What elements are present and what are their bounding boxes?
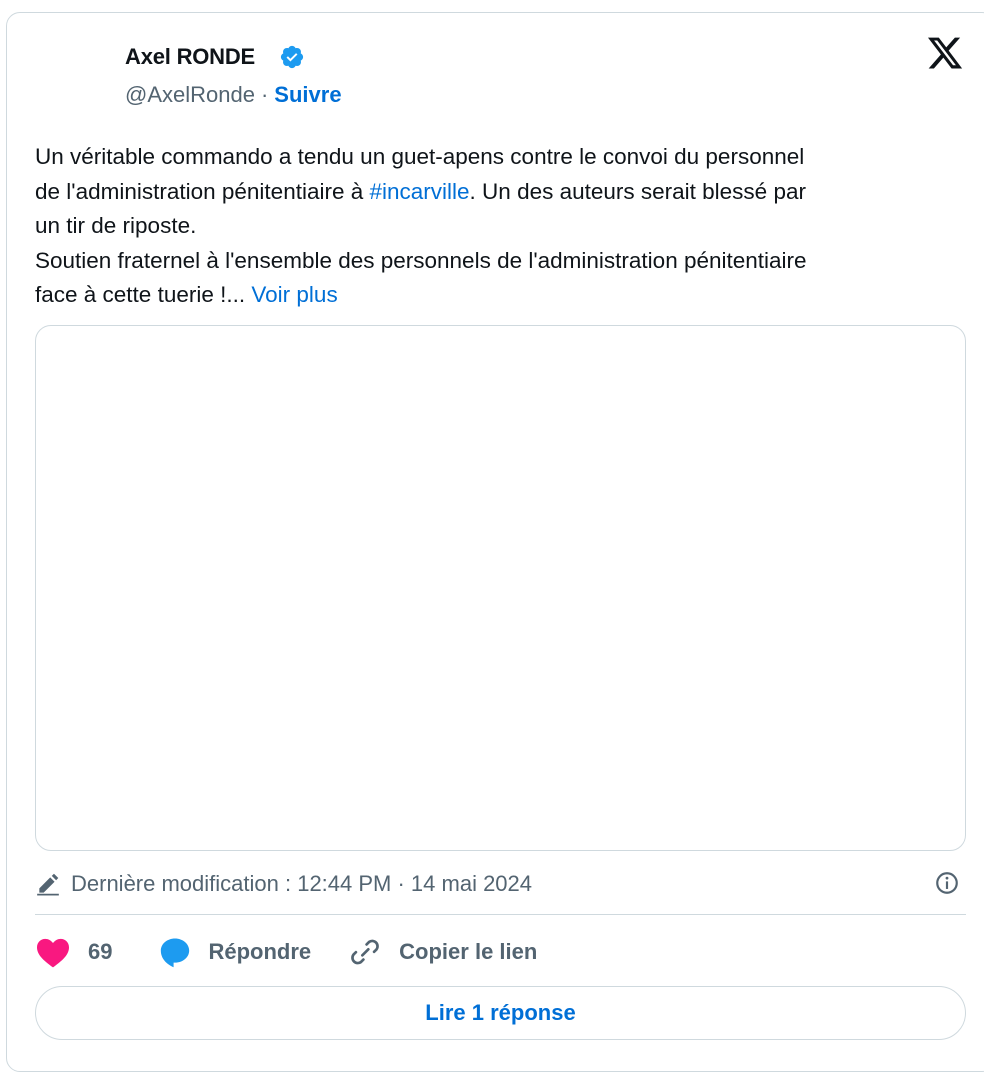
verified-badge-icon (280, 45, 304, 69)
link-icon (351, 939, 380, 965)
reply-bubble-icon (161, 938, 190, 968)
read-replies-button[interactable]: Lire 1 réponse (35, 986, 966, 1040)
heart-icon (37, 938, 69, 968)
like-button[interactable]: 69 (35, 936, 158, 968)
reply-label: Répondre (208, 939, 312, 964)
show-more-link[interactable]: Voir plus (251, 282, 337, 307)
divider (35, 914, 966, 915)
tweet-text-segment: de l'administration pénitentiaire à (35, 178, 370, 204)
tweet-line: un tir de riposte. (35, 213, 197, 238)
tweet-line: Un véritable commando a tendu un guet-ap… (35, 144, 805, 169)
copy-link-label: Copier le lien (399, 939, 538, 964)
info-icon[interactable] (934, 870, 960, 896)
action-bar: 69 Répondre Copier le lien (35, 930, 537, 974)
tweet-line: face à cette tuerie !... Voir plus (35, 278, 955, 313)
reply-button[interactable]: Répondre (158, 935, 349, 969)
tweet-line: de l'administration pénitentiaire à #inc… (35, 175, 955, 210)
author-handle-row: @AxelRonde · Suivre (125, 82, 342, 108)
follow-button[interactable]: Suivre (274, 82, 341, 107)
x-logo-icon[interactable] (925, 34, 965, 72)
handle-separator: · (260, 82, 269, 107)
author-handle[interactable]: @AxelRonde (125, 82, 255, 107)
author-name[interactable]: Axel RONDE (125, 44, 255, 70)
tweet-text: Un véritable commando a tendu un guet-ap… (35, 140, 955, 313)
tweet-text-segment: face à cette tuerie !... (35, 282, 246, 307)
tweet-text-segment: . Un des auteurs serait blessé par (469, 178, 806, 204)
copy-link-button[interactable]: Copier le lien (349, 936, 537, 968)
avatar[interactable] (34, 40, 106, 112)
edit-timestamp[interactable]: Dernière modification : 12:44 PM · 14 ma… (71, 871, 532, 897)
pencil-icon (37, 873, 59, 896)
like-count: 69 (88, 939, 113, 964)
edit-info-row[interactable]: Dernière modification : 12:44 PM · 14 ma… (35, 868, 532, 900)
media-embed[interactable] (35, 325, 966, 851)
tweet-line: Soutien fraternel à l'ensemble des perso… (35, 247, 807, 273)
hashtag-link[interactable]: #incarville (370, 179, 470, 204)
